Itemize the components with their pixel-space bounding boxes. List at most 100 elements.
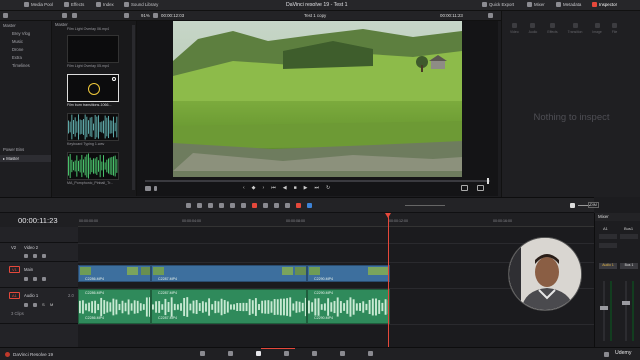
replace-clip-icon[interactable] bbox=[252, 203, 257, 208]
blade-tool-icon[interactable] bbox=[219, 203, 224, 208]
viewer-frame[interactable] bbox=[173, 21, 462, 177]
flag-icon[interactable] bbox=[296, 203, 301, 208]
channel-fader[interactable] bbox=[600, 306, 608, 310]
track-visibility-icon[interactable] bbox=[42, 254, 46, 258]
fusion-page-icon[interactable] bbox=[284, 351, 289, 356]
video-clip[interactable]: C2287.MP4 bbox=[151, 265, 307, 282]
media-pool-item[interactable]: Film Light Overlay 06.mp4 bbox=[67, 26, 119, 31]
color-page-icon[interactable] bbox=[312, 351, 317, 356]
audio-route-button[interactable]: Audio 1 bbox=[599, 263, 617, 269]
tab-file[interactable]: File bbox=[612, 23, 617, 34]
sound-library-button[interactable]: Sound Library bbox=[124, 2, 158, 7]
media-pool-item[interactable]: Film burn transitions-1066... bbox=[67, 74, 119, 107]
media-page-icon[interactable] bbox=[200, 351, 205, 356]
timeline-playhead[interactable] bbox=[385, 213, 391, 348]
input-selector[interactable] bbox=[620, 234, 638, 239]
track-id[interactable]: A1 bbox=[9, 292, 20, 299]
stop-icon[interactable]: ■ bbox=[294, 185, 297, 191]
track-name[interactable]: Video 2 bbox=[24, 245, 38, 250]
edit-page-icon[interactable] bbox=[256, 351, 261, 356]
bin-item[interactable]: Music bbox=[0, 37, 51, 45]
dynamic-trim-icon[interactable] bbox=[208, 203, 213, 208]
snapping-icon[interactable] bbox=[263, 203, 268, 208]
effects-slot[interactable] bbox=[599, 243, 617, 248]
pointer-tool-icon[interactable] bbox=[186, 203, 191, 208]
play-reverse-icon[interactable]: ◀ bbox=[283, 185, 287, 191]
track-name[interactable]: Audio 1 bbox=[24, 293, 38, 298]
cinema-view-icon[interactable] bbox=[461, 185, 468, 191]
audio-clip[interactable]: C2290.MP4 C2290.MP4 bbox=[307, 289, 390, 324]
auto-select-icon[interactable] bbox=[33, 277, 37, 281]
metadata-button[interactable]: Metadata bbox=[556, 2, 581, 7]
bin-item[interactable]: Timelines bbox=[0, 62, 51, 70]
viewer-playhead[interactable] bbox=[487, 178, 489, 184]
list-view-icon[interactable] bbox=[72, 13, 77, 18]
loop-icon[interactable]: ↻ bbox=[326, 185, 330, 191]
bus-fader[interactable] bbox=[622, 301, 630, 305]
input-selector[interactable] bbox=[599, 234, 617, 239]
media-pool-item[interactable]: Keyboard Typing 1.wav bbox=[67, 113, 119, 146]
effects-button[interactable]: Effects bbox=[64, 2, 84, 7]
cut-page-icon[interactable] bbox=[228, 351, 233, 356]
position-lock-icon[interactable] bbox=[285, 203, 290, 208]
grid-view-icon[interactable] bbox=[62, 13, 67, 18]
bin-item[interactable]: Extra bbox=[0, 54, 51, 62]
audio-clip[interactable]: C2287.MP4 C2287.MP4 bbox=[151, 289, 307, 324]
power-bin-master[interactable]: ▸ Master bbox=[0, 155, 51, 162]
fairlight-page-icon[interactable] bbox=[340, 351, 345, 356]
viewer-options-icon[interactable] bbox=[488, 13, 493, 18]
index-button[interactable]: Index bbox=[96, 2, 114, 7]
marker-icon[interactable] bbox=[307, 203, 312, 208]
jog-button[interactable]: ◆ bbox=[252, 185, 256, 191]
track-id[interactable]: V1 bbox=[9, 266, 20, 273]
bin-item[interactable]: Brey Vlog bbox=[0, 29, 51, 37]
play-icon[interactable]: ▶ bbox=[304, 185, 308, 191]
last-frame-icon[interactable]: ⏭ bbox=[314, 185, 319, 191]
media-pool-item[interactable]: Film Light Overlay 05.mp4 bbox=[67, 35, 119, 68]
first-frame-icon[interactable]: ⏮ bbox=[271, 185, 276, 191]
inspector-button[interactable]: Inspector bbox=[592, 2, 617, 7]
audio-clip[interactable]: C2286.MP4 C2286.MP4 bbox=[78, 289, 151, 324]
lock-icon[interactable] bbox=[24, 254, 28, 258]
video-clip[interactable]: C2290.MP4 bbox=[307, 265, 390, 282]
panel-toggle-icon[interactable] bbox=[3, 13, 8, 18]
jog-right-icon[interactable]: › bbox=[263, 185, 265, 191]
track-visibility-icon[interactable] bbox=[42, 277, 46, 281]
search-icon[interactable] bbox=[124, 13, 129, 18]
quick-export-button[interactable]: Quick Export bbox=[482, 2, 514, 7]
bus-route-button[interactable]: Bus 1 bbox=[620, 263, 638, 269]
solo-button[interactable]: S bbox=[42, 302, 45, 307]
insert-clip-icon[interactable] bbox=[230, 203, 235, 208]
timeline-ruler[interactable]: 00:00:00:00 00:00:04:00 00:00:08:00 00:0… bbox=[78, 213, 594, 227]
bin-item[interactable]: Drone bbox=[0, 45, 51, 53]
overwrite-clip-icon[interactable] bbox=[241, 203, 246, 208]
linked-selection-icon[interactable] bbox=[274, 203, 279, 208]
video-clip[interactable]: C2286.MP4 bbox=[78, 265, 151, 282]
jog-left-icon[interactable]: ‹ bbox=[243, 185, 245, 191]
speaker-icon[interactable] bbox=[570, 203, 575, 208]
zoom-slider[interactable] bbox=[405, 205, 445, 206]
home-icon[interactable] bbox=[604, 352, 609, 357]
viewer-scrubber[interactable] bbox=[145, 178, 490, 184]
master-bin[interactable]: Master bbox=[0, 22, 51, 29]
zoom-level[interactable]: 91% bbox=[141, 13, 150, 18]
mute-button[interactable]: M bbox=[50, 302, 53, 307]
tab-video[interactable]: Video bbox=[510, 23, 519, 34]
chevron-down-icon[interactable] bbox=[153, 13, 158, 18]
viewer-clip-name[interactable]: Test 1 copy bbox=[304, 13, 326, 18]
deliver-page-icon[interactable] bbox=[368, 351, 373, 356]
lock-icon[interactable] bbox=[24, 277, 28, 281]
tab-image[interactable]: Image bbox=[592, 23, 602, 34]
media-pool-item[interactable]: MA_Pomphonic_Pinball_Tr... bbox=[67, 152, 119, 185]
auto-select-icon[interactable] bbox=[33, 254, 37, 258]
media-pool-button[interactable]: Media Pool bbox=[24, 2, 53, 7]
chevron-down-icon[interactable] bbox=[154, 186, 157, 191]
playhead-handle-icon[interactable] bbox=[385, 213, 391, 218]
track-area[interactable]: C2286.MP4 C2287.MP4 C2290.MP4 C2286.MP4 … bbox=[78, 213, 594, 348]
safe-area-icon[interactable] bbox=[145, 186, 151, 191]
auto-select-icon[interactable] bbox=[33, 303, 37, 307]
fullscreen-icon[interactable] bbox=[477, 185, 484, 191]
tab-transition[interactable]: Transition bbox=[568, 23, 582, 34]
trim-tool-icon[interactable] bbox=[197, 203, 202, 208]
lock-icon[interactable] bbox=[24, 303, 28, 307]
